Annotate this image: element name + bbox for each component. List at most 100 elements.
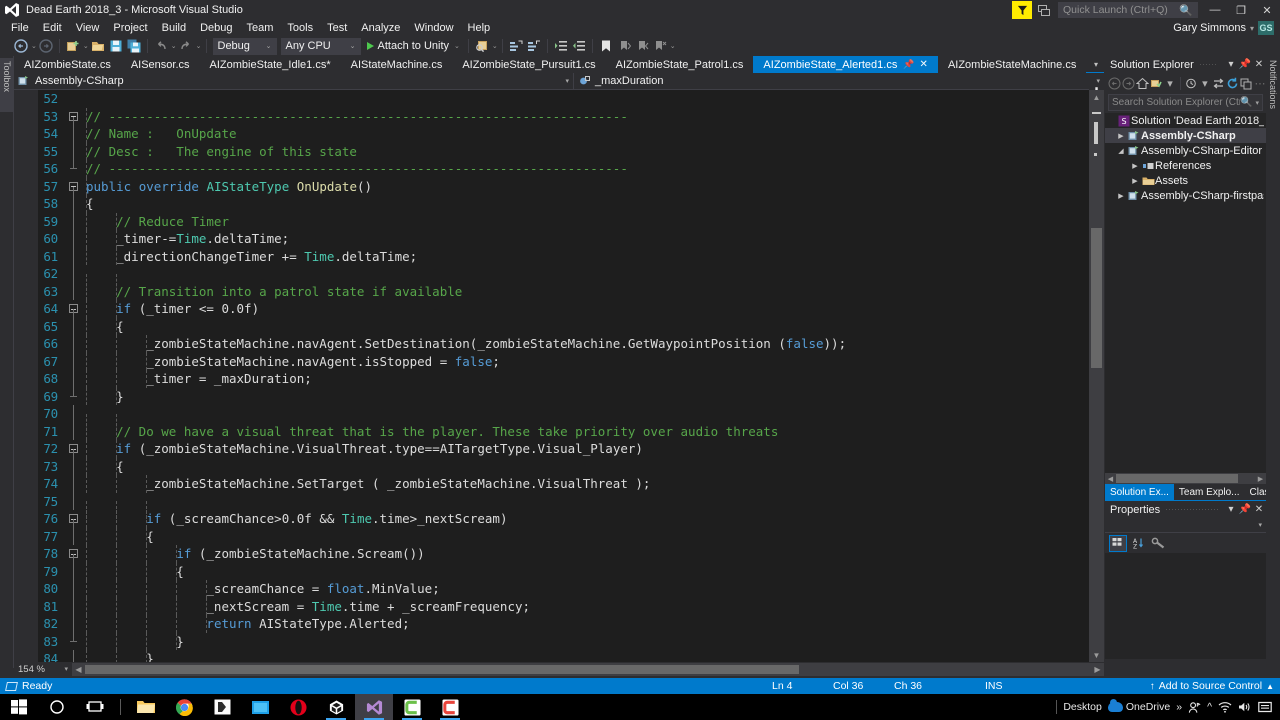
code-line[interactable]: 83 } [14, 632, 1089, 651]
editor-zoom-dropdown[interactable]: 154 % ▾ [14, 662, 72, 676]
outlining-glyph[interactable] [66, 597, 80, 615]
decrease-indent-icon[interactable] [570, 37, 588, 55]
outlining-glyph[interactable] [66, 160, 80, 178]
minimize-button[interactable]: — [1202, 0, 1228, 20]
scrollbar-thumb[interactable] [1091, 228, 1102, 368]
comment-selection-icon[interactable] [507, 37, 525, 55]
menu-view[interactable]: View [69, 20, 107, 36]
tree-node-references[interactable]: ▶ References [1105, 158, 1266, 173]
code-line[interactable]: 79 { [14, 562, 1089, 580]
menu-tools[interactable]: Tools [280, 20, 320, 36]
windows-start-icon[interactable] [0, 694, 38, 720]
outlining-glyph[interactable] [66, 212, 80, 230]
dock-tab-solution-explorer[interactable]: Solution Ex... [1105, 484, 1174, 500]
code-line[interactable]: 72 if (_zombieStateMachine.VisualThreat.… [14, 440, 1089, 458]
code-line[interactable]: 66 _zombieStateMachine.navAgent.SetDesti… [14, 335, 1089, 353]
account-area[interactable]: Gary Simmons ▾ GS [1173, 21, 1280, 35]
tab-aisensor[interactable]: AISensor.cs [120, 56, 200, 73]
editor-vertical-scrollbar[interactable]: ▲ ▼ [1089, 90, 1104, 662]
close-tab-icon[interactable]: ✕ [920, 59, 928, 70]
outlining-glyph[interactable] [66, 615, 80, 633]
outlining-glyph[interactable] [66, 632, 80, 651]
show-all-files-icon[interactable] [1185, 75, 1198, 92]
redo-icon[interactable] [177, 37, 195, 55]
tray-desktop[interactable]: Desktop [1063, 701, 1102, 713]
tree-node-solution[interactable]: S Solution 'Dead Earth 2018_3' (3 projec [1105, 113, 1266, 128]
menu-edit[interactable]: Edit [36, 20, 69, 36]
code-line[interactable]: 63 // Transition into a patrol state if … [14, 282, 1089, 300]
outlining-glyph[interactable] [66, 370, 80, 388]
task-view-icon[interactable] [76, 694, 114, 720]
tab-aizombiestate[interactable]: AIZombieState.cs [14, 56, 121, 73]
panel-dropdown-icon[interactable]: ▾ [1224, 57, 1238, 73]
code-line[interactable]: 67 _zombieStateMachine.navAgent.isStoppe… [14, 352, 1089, 370]
uncomment-selection-icon[interactable] [525, 37, 543, 55]
find-caret[interactable]: ⌄ [492, 42, 498, 50]
notifications-tab[interactable]: Notifications [1266, 58, 1280, 130]
code-line[interactable]: 70 [14, 405, 1089, 432]
project-dropdown[interactable]: Assembly-CSharp ▾ [14, 72, 574, 90]
tab-aizombiestatemachine[interactable]: AIZombieStateMachine.cs [937, 56, 1087, 73]
expander-icon[interactable]: ▶ [1129, 162, 1141, 170]
outlining-glyph[interactable] [66, 230, 80, 248]
solution-explorer-hscrollbar[interactable]: ◀ ▶ [1105, 473, 1266, 484]
outlining-glyph[interactable] [66, 282, 80, 300]
outlining-glyph[interactable] [66, 580, 80, 598]
se-hscroll-track[interactable] [1116, 473, 1255, 484]
menu-project[interactable]: Project [106, 20, 154, 36]
member-dropdown[interactable]: _maxDuration ▾ [574, 73, 1104, 90]
code-line[interactable]: 53 // -----------------------------------… [14, 107, 1089, 125]
outlining-glyph[interactable] [66, 335, 80, 353]
code-line[interactable]: 69 } [14, 387, 1089, 405]
outlining-glyph[interactable] [66, 650, 80, 662]
restore-button[interactable]: ❐ [1228, 0, 1254, 20]
filter-funnel-icon[interactable] [1012, 1, 1032, 19]
back-arrow-icon[interactable] [1108, 75, 1121, 92]
pin-icon[interactable]: 📌 [1238, 502, 1252, 518]
toolbar-overflow-caret[interactable]: ⌄ [670, 42, 676, 50]
show-hidden-chevron-icon[interactable]: ^ [1207, 701, 1212, 713]
code-line[interactable]: 77 { [14, 527, 1089, 545]
code-line[interactable]: 80 _screamChance = float.MinValue; [14, 580, 1089, 598]
navigate-back-icon[interactable] [12, 37, 30, 55]
forward-arrow-icon[interactable] [1122, 75, 1135, 92]
hscroll-track[interactable] [85, 663, 1091, 676]
panel-dropdown-icon[interactable]: ▾ [1224, 502, 1238, 518]
categorized-icon[interactable] [1109, 534, 1127, 552]
outlining-glyph[interactable] [66, 352, 80, 370]
show-all-files-caret-icon[interactable]: ▾ [1199, 75, 1211, 92]
unity-editor-icon[interactable] [317, 694, 355, 720]
collapse-all-icon[interactable] [1240, 75, 1253, 92]
refresh-icon[interactable] [1226, 75, 1239, 92]
chevron-up-icon[interactable]: ▲ [1266, 682, 1274, 691]
code-line[interactable]: 61 _directionChangeTimer += Time.deltaTi… [14, 247, 1089, 265]
attach-caret[interactable]: ⌄ [454, 42, 460, 50]
menu-test[interactable]: Test [320, 20, 354, 36]
dock-tab-team-explorer[interactable]: Team Explo... [1174, 484, 1245, 500]
menu-debug[interactable]: Debug [193, 20, 239, 36]
close-icon[interactable]: ✕ [1252, 502, 1266, 518]
opera-browser-icon[interactable] [279, 694, 317, 720]
code-line[interactable]: 60 _timer-=Time.deltaTime; [14, 230, 1089, 248]
pin-icon[interactable]: 📌 [903, 59, 914, 70]
code-line[interactable]: 64 if (_timer <= 0.0f) [14, 300, 1089, 318]
toolbox-tab[interactable]: Toolbox [0, 58, 14, 112]
scroll-down-arrow-icon[interactable]: ▼ [1089, 648, 1104, 662]
send-feedback-icon[interactable] [1034, 1, 1054, 19]
outlining-glyph[interactable] [66, 195, 80, 213]
menu-file[interactable]: File [4, 20, 36, 36]
code-line[interactable]: 74 _zombieStateMachine.SetTarget ( _zomb… [14, 475, 1089, 493]
prev-bookmark-icon[interactable] [633, 37, 651, 55]
navigate-forward-icon[interactable] [37, 37, 55, 55]
people-icon[interactable] [1188, 701, 1201, 714]
outlining-glyph[interactable] [66, 562, 80, 580]
code-line[interactable]: 55 // Desc : The engine of this state [14, 142, 1089, 160]
code-line[interactable]: 68 _timer = _maxDuration; [14, 370, 1089, 388]
outlining-glyph[interactable] [66, 475, 80, 493]
outlining-glyph[interactable] [66, 457, 80, 475]
code-line[interactable]: 62 [14, 265, 1089, 292]
tree-node-assembly-csharp[interactable]: ▶ Assembly-CSharp [1105, 128, 1266, 143]
code-line[interactable]: 71 // Do we have a visual threat that is… [14, 422, 1089, 440]
hscroll-thumb[interactable] [85, 664, 800, 674]
code-line[interactable]: 78 if (_zombieStateMachine.Scream()) [14, 545, 1089, 563]
